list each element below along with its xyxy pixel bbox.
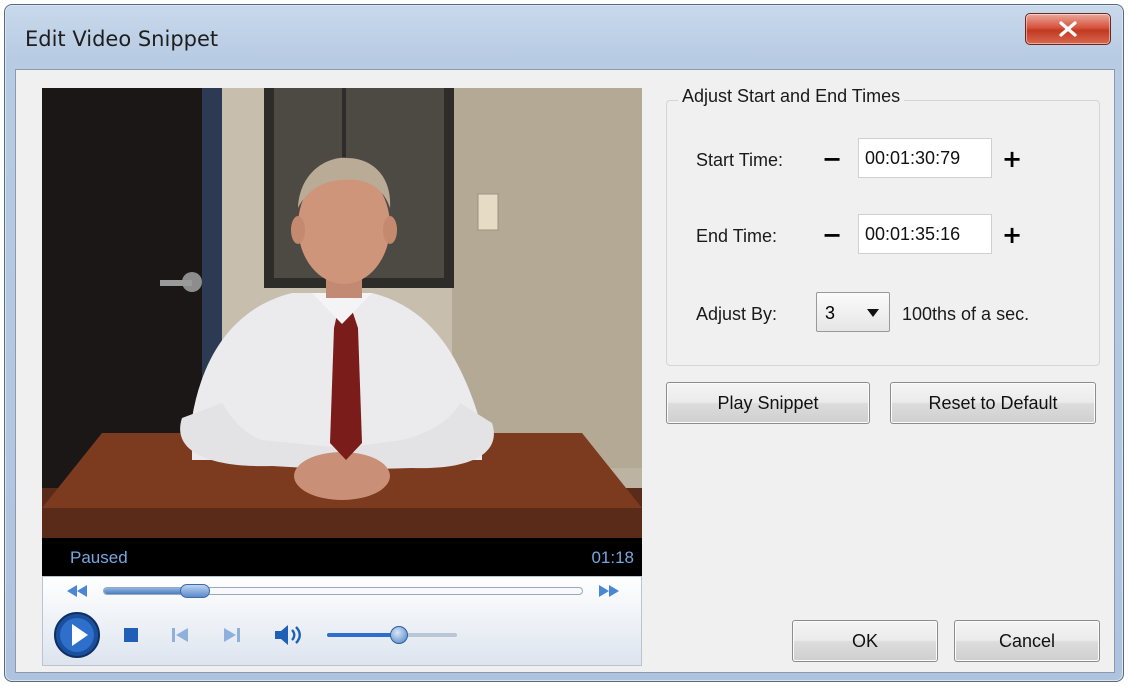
chevron-down-icon (867, 309, 879, 317)
close-button[interactable] (1025, 13, 1111, 45)
window-title: Edit Video Snippet (25, 27, 219, 51)
adjust-times-group-title: Adjust Start and End Times (678, 86, 905, 107)
seek-bar[interactable] (103, 584, 583, 598)
reset-to-default-button[interactable]: Reset to Default (890, 382, 1096, 424)
dialog-window: Edit Video Snippet Paused 01:18 Adjust S… (4, 4, 1124, 682)
title-bar[interactable]: Edit Video Snippet (5, 5, 1123, 67)
video-display[interactable] (42, 88, 642, 538)
volume-slider-fill (327, 633, 399, 637)
close-icon (1059, 21, 1077, 37)
start-time-increase-button[interactable]: + (1000, 147, 1024, 172)
start-time-label: Start Time: (696, 150, 784, 170)
adjust-by-value: 3 (825, 303, 836, 323)
end-time-field[interactable]: 00:01:35:16 (858, 214, 992, 254)
adjust-by-label: Adjust By: (696, 304, 778, 324)
next-icon[interactable] (223, 627, 241, 643)
play-icon[interactable] (53, 611, 101, 659)
start-time-decrease-button[interactable]: − (820, 147, 844, 172)
rewind-icon[interactable] (67, 585, 87, 597)
adjust-by-select[interactable]: 3 (816, 292, 890, 332)
previous-icon[interactable] (171, 627, 189, 643)
cancel-button[interactable]: Cancel (954, 620, 1100, 662)
seek-bar-thumb[interactable] (180, 584, 210, 598)
player-status: Paused (70, 548, 128, 567)
player-controls (42, 576, 642, 666)
volume-slider-thumb[interactable] (390, 626, 408, 644)
play-snippet-button[interactable]: Play Snippet (666, 382, 870, 424)
volume-icon[interactable] (273, 623, 303, 647)
stop-icon[interactable] (123, 627, 139, 643)
volume-slider[interactable] (327, 626, 457, 644)
dialog-client-area: Paused 01:18 Adjust Start and End Times … (15, 69, 1115, 673)
end-time-decrease-button[interactable]: − (820, 223, 844, 248)
player-status-bar: Paused 01:18 (42, 538, 642, 576)
adjust-by-unit: 100ths of a sec. (902, 304, 1030, 324)
video-frame-image (42, 88, 642, 538)
end-time-label: End Time: (696, 226, 778, 246)
start-time-field[interactable]: 00:01:30:79 (858, 138, 992, 178)
player-time: 01:18 (591, 548, 634, 567)
fast-forward-icon[interactable] (599, 585, 619, 597)
ok-button[interactable]: OK (792, 620, 938, 662)
end-time-increase-button[interactable]: + (1000, 223, 1024, 248)
